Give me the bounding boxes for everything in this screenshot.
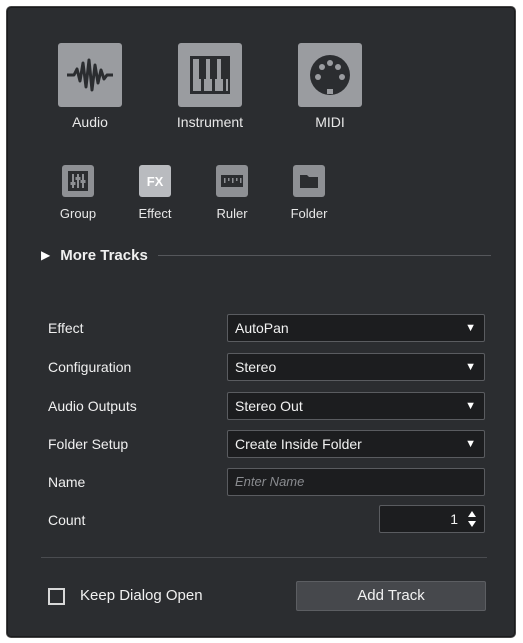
piano-keys-icon <box>178 43 242 107</box>
add-track-button[interactable]: Add Track <box>296 581 486 611</box>
audio-outputs-label: Audio Outputs <box>48 398 137 414</box>
effect-value: AutoPan <box>235 320 289 336</box>
track-type-effect-label: Effect <box>138 206 172 221</box>
more-tracks-label: More Tracks <box>60 246 148 264</box>
folder-setup-value: Create Inside Folder <box>235 436 362 452</box>
configuration-value: Stereo <box>235 359 277 375</box>
track-type-ruler-button[interactable]: Ruler <box>197 165 267 221</box>
chevron-down-icon: ▼ <box>465 322 476 334</box>
track-type-instrument-button[interactable]: Instrument <box>165 43 255 130</box>
track-type-midi-button[interactable]: MIDI <box>285 43 375 130</box>
track-type-instrument-label: Instrument <box>176 114 244 130</box>
count-stepper[interactable]: 1 <box>379 505 485 533</box>
track-type-group-button[interactable]: Group <box>43 165 113 221</box>
name-placeholder: Enter Name <box>235 474 305 489</box>
footer-divider <box>41 557 487 558</box>
count-label: Count <box>48 512 86 528</box>
keep-dialog-open-checkbox[interactable] <box>48 588 65 605</box>
waveform-icon <box>58 43 122 107</box>
add-track-dialog: Audio Instrument MIDI Group FX Effect Ru… <box>7 7 515 637</box>
more-tracks-divider <box>157 254 491 256</box>
group-fader-icon <box>62 165 94 197</box>
effect-label: Effect <box>48 320 84 336</box>
track-type-effect-button[interactable]: FX Effect <box>120 165 190 221</box>
audio-outputs-dropdown[interactable]: Stereo Out ▼ <box>227 392 485 420</box>
track-type-folder-button[interactable]: Folder <box>274 165 344 221</box>
ruler-icon <box>216 165 248 197</box>
track-type-midi-label: MIDI <box>315 114 345 130</box>
spin-arrows-icon[interactable] <box>467 510 477 528</box>
expand-arrow-icon: ▶ <box>41 248 51 262</box>
count-value: 1 <box>450 511 458 527</box>
chevron-down-icon: ▼ <box>465 400 476 412</box>
audio-outputs-value: Stereo Out <box>235 398 303 414</box>
more-tracks-toggle[interactable]: ▶ More Tracks <box>41 245 491 265</box>
effect-dropdown[interactable]: AutoPan ▼ <box>227 314 485 342</box>
track-type-group-label: Group <box>59 206 97 221</box>
track-type-ruler-label: Ruler <box>216 206 248 221</box>
folder-setup-dropdown[interactable]: Create Inside Folder ▼ <box>227 430 485 458</box>
name-label: Name <box>48 474 86 490</box>
name-input[interactable]: Enter Name <box>227 468 485 496</box>
track-type-folder-label: Folder <box>290 206 328 221</box>
midi-connector-icon <box>298 43 362 107</box>
track-type-audio-label: Audio <box>72 114 108 130</box>
configuration-label: Configuration <box>48 359 132 375</box>
fx-icon: FX <box>139 165 171 197</box>
configuration-dropdown[interactable]: Stereo ▼ <box>227 353 485 381</box>
keep-dialog-open-label[interactable]: Keep Dialog Open <box>80 587 203 604</box>
folder-setup-label: Folder Setup <box>48 436 129 452</box>
chevron-down-icon: ▼ <box>465 361 476 373</box>
chevron-down-icon: ▼ <box>465 438 476 450</box>
folder-icon <box>293 165 325 197</box>
track-type-audio-button[interactable]: Audio <box>45 43 135 130</box>
